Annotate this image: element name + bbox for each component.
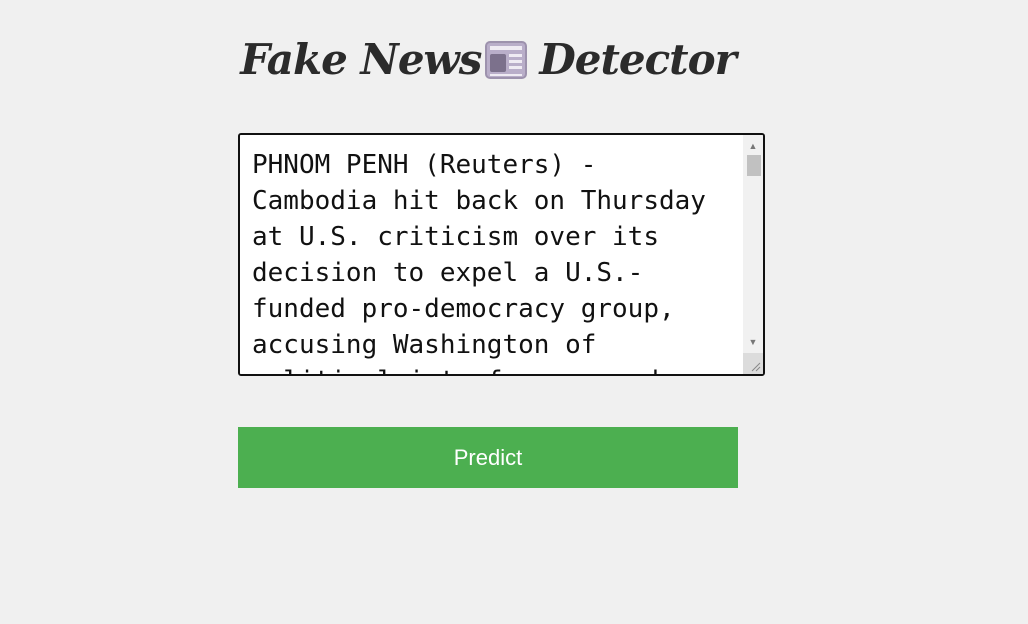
title-text-part1: Fake News — [240, 35, 482, 84]
resize-grip-icon[interactable] — [749, 360, 761, 372]
newspaper-icon — [485, 35, 528, 95]
news-text-area-container: PHNOM PENH (Reuters) - Cambodia hit back… — [238, 133, 765, 376]
predict-button[interactable]: Predict — [238, 427, 738, 488]
scrollbar-thumb[interactable] — [747, 155, 761, 176]
title-text-part2: Detector — [539, 35, 736, 84]
page-title: Fake News Detector — [0, 30, 1002, 93]
scroll-down-arrow-icon[interactable]: ▼ — [743, 333, 763, 351]
scroll-up-arrow-icon[interactable]: ▲ — [743, 137, 763, 155]
textarea-scrollbar[interactable]: ▲ ▼ — [743, 135, 763, 374]
page: Fake News Detector PHNOM PENH (Reuters) … — [0, 0, 1028, 624]
news-text-input[interactable]: PHNOM PENH (Reuters) - Cambodia hit back… — [240, 135, 743, 374]
